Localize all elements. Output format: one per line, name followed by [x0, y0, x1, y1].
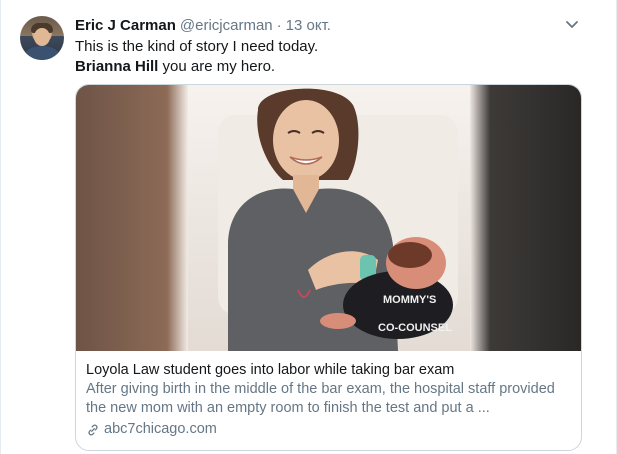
- tweet-line-1: This is the kind of story I need today.: [75, 38, 319, 55]
- card-description: After giving birth in the middle of the …: [86, 381, 555, 416]
- card-title[interactable]: Loyola Law student goes into labor while…: [86, 361, 571, 380]
- tweet-date[interactable]: 13 окт.: [286, 16, 331, 36]
- onesie-text-1: MOMMY'S: [383, 294, 436, 306]
- tweet[interactable]: Eric J Carman @ericjcarman · 13 окт. Thi…: [0, 0, 617, 454]
- onesie-text-2: CO-COUNSEL: [378, 322, 452, 334]
- author-handle[interactable]: @ericjcarman: [180, 16, 273, 36]
- avatar[interactable]: [20, 16, 64, 60]
- card-domain[interactable]: abc7chicago.com: [86, 420, 571, 439]
- card-image[interactable]: MOMMY'S CO-COUNSEL: [76, 85, 581, 351]
- link-card[interactable]: MOMMY'S CO-COUNSEL Loyola Law student go…: [75, 84, 582, 451]
- chevron-down-icon[interactable]: [564, 16, 580, 32]
- tweet-line-2: Brianna Hill you are my hero.: [75, 57, 318, 77]
- tweet-text: This is the kind of story I need today. …: [75, 37, 318, 77]
- avatar-face: [34, 28, 50, 46]
- tweet-line-2-rest: you are my hero.: [158, 58, 276, 75]
- separator: ·: [276, 17, 282, 34]
- card-domain-text: abc7chicago.com: [104, 421, 217, 437]
- card-text: Loyola Law student goes into labor while…: [76, 351, 581, 439]
- avatar-shirt: [24, 46, 60, 60]
- mother-baby-illustration: MOMMY'S CO-COUNSEL: [188, 85, 470, 351]
- author-name[interactable]: Eric J Carman: [75, 16, 176, 36]
- mention-bold: Brianna Hill: [75, 58, 159, 75]
- link-icon: [88, 424, 98, 435]
- card-photo: MOMMY'S CO-COUNSEL: [188, 85, 470, 351]
- tweet-header: Eric J Carman @ericjcarman · 13 окт.: [75, 16, 331, 36]
